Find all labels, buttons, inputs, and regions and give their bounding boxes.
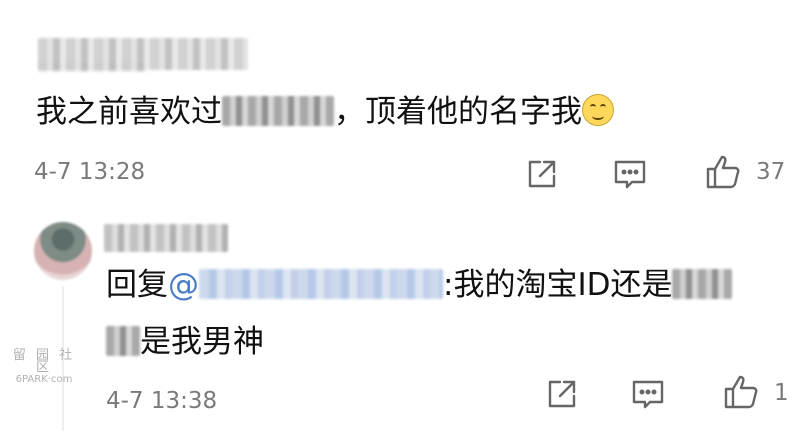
comment-text: 我之前喜欢过 ，顶着他的名字我 <box>36 92 614 132</box>
comment-icon[interactable] <box>612 156 648 192</box>
reply-text-end: 是我男神 <box>140 324 264 360</box>
reply-prefix: 回复 <box>106 267 168 303</box>
reply-thumbs-up-icon[interactable] <box>722 372 762 412</box>
mention-at: @ <box>168 267 199 303</box>
comment-text-after: ，顶着他的名字我 <box>334 94 582 130</box>
mentioned-user-obscured <box>199 269 443 299</box>
reply-share-icon[interactable] <box>544 376 580 412</box>
tongue-out-emoji-icon <box>582 94 614 126</box>
share-icon[interactable] <box>524 156 560 192</box>
comment-like-count: 37 <box>756 159 786 185</box>
reply-text-mid: :我的淘宝ID还是 <box>443 267 673 303</box>
watermark: 留 园 社 区 6PARK·com <box>8 348 80 386</box>
reply-text-line2: 是我男神 <box>106 322 264 362</box>
reply-avatar[interactable] <box>34 222 92 280</box>
watermark-line1: 留 园 社 区 <box>12 348 76 375</box>
reply-username-obscured[interactable] <box>104 224 228 252</box>
obscured-taobao-id <box>672 269 733 299</box>
reply-time: 4-7 13:38 <box>106 388 218 414</box>
thumbs-up-icon[interactable] <box>704 152 744 192</box>
reply-like-count: 1 <box>774 380 789 406</box>
reply-mention[interactable]: @ <box>168 267 443 303</box>
reply-comment-icon[interactable] <box>630 376 666 412</box>
obscured-name <box>222 96 334 126</box>
comment-time: 4-7 13:28 <box>34 159 146 185</box>
reply-text-line1: 回复@ :我的淘宝ID还是 <box>106 265 733 305</box>
obscured-taobao-id-cont <box>106 326 140 356</box>
comment-text-before: 我之前喜欢过 <box>36 94 222 130</box>
watermark-line2: 6PARK·com <box>15 374 73 385</box>
comment-username-obscured-tail <box>38 62 148 72</box>
